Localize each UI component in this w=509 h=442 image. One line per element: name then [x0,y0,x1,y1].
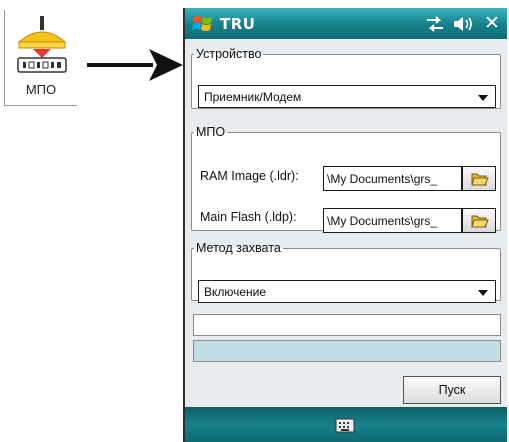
flash-browse-button[interactable] [462,208,496,233]
device-select-value: Приемник/Модем [204,90,302,104]
capture-method-group: Метод захвата Включение [191,241,501,303]
title-bar: TRU ✕ [185,8,507,39]
ram-image-label: RAM Image (.ldr): [200,169,299,183]
window-title: TRU [220,15,256,33]
ram-browse-button[interactable] [462,166,496,191]
chevron-down-icon[interactable] [478,290,488,296]
close-icon[interactable]: ✕ [484,12,500,34]
folder-open-icon [471,215,489,228]
folder-open-icon [471,173,489,186]
capture-method-select[interactable]: Включение [198,280,496,303]
signal-sync-icon[interactable] [425,15,445,33]
capture-method-value: Включение [204,285,267,299]
mpo-group: МПО RAM Image (.ldr): \My Documents\grs_… [191,125,501,233]
ram-image-field[interactable]: \My Documents\grs_ [323,166,462,191]
start-button[interactable]: Пуск [403,376,501,404]
mpo-launcher[interactable]: МПО [4,10,77,106]
launcher-label: МПО [25,82,57,97]
keyboard-icon[interactable] [335,416,355,434]
device-group: Устройство Приемник/Модем [191,47,501,109]
volume-icon[interactable] [452,15,474,33]
main-flash-label: Main Flash (.ldp): [200,210,297,224]
bottom-menu-bar [185,407,507,442]
status-field [193,314,501,336]
mpo-antenna-icon [17,16,67,73]
windows-start-icon[interactable] [192,13,214,35]
device-group-legend: Устройство [196,47,262,61]
content-area: Устройство Приемник/Модем МПО RAM Image … [189,41,503,405]
device-window: TRU ✕ Устройство Приемник/Модем МПО RAM … [183,8,507,442]
progress-bar [193,340,501,362]
main-flash-field[interactable]: \My Documents\grs_ [323,208,462,233]
mpo-group-legend: МПО [196,125,226,139]
chevron-down-icon[interactable] [478,95,488,101]
arrow-pointer [87,49,183,81]
device-select[interactable]: Приемник/Модем [198,85,496,108]
capture-method-legend: Метод захвата [196,241,281,255]
